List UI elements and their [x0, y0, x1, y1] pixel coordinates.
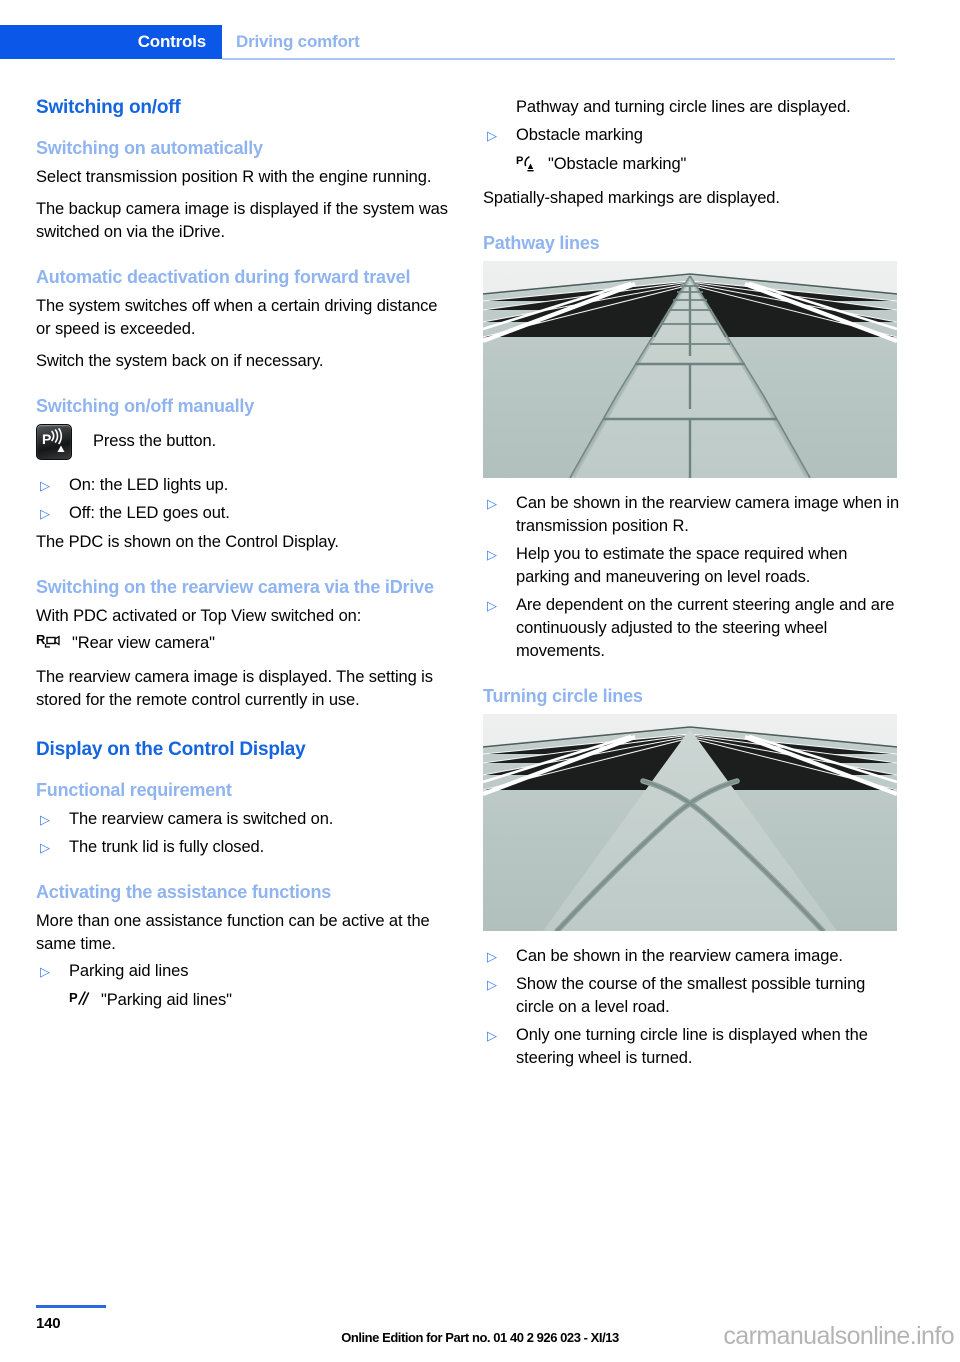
pdc-button-label: Press the button.	[93, 432, 217, 450]
bullet-triangle-icon: ▷	[40, 840, 50, 855]
bullet-triangle-icon: ▷	[487, 547, 497, 562]
heading-functional-requirement: Functional requirement	[36, 780, 232, 800]
list-item: ▷ Parking aid lines	[36, 960, 456, 983]
list-functional-requirements: ▷ The rearview camera is switched on. ▷ …	[36, 808, 456, 859]
left-column: Switching on/off Switching on automatica…	[36, 96, 456, 1023]
obstacle-marking-icon: P	[516, 153, 540, 180]
paragraph-with-pdc-activated: With PDC activated or Top View switched …	[36, 607, 362, 625]
list-item: ▷ The rearview camera is switched on.	[36, 808, 456, 831]
bullet-triangle-icon: ▷	[487, 1028, 497, 1043]
list-item-label: Are dependent on the current steering an…	[516, 596, 895, 660]
list-item: ▷ The trunk lid is fully closed.	[36, 836, 456, 859]
heading-pathway-lines: Pathway lines	[483, 233, 600, 253]
heading-display-on-control-display: Display on the Control Display	[36, 739, 306, 760]
svg-text:P: P	[69, 990, 78, 1005]
list-item-label: The trunk lid is fully closed.	[69, 838, 265, 856]
list-item: ▷ Help you to estimate the space require…	[483, 543, 903, 589]
list-item: ▷ On: the LED lights up.	[36, 474, 456, 497]
menu-reference-obstacle-marking: P "Obstacle marking"	[516, 153, 903, 180]
watermark: carmanualsonline.info	[723, 1322, 954, 1350]
list-item-label: Can be shown in the rearview camera imag…	[516, 947, 843, 965]
bullet-triangle-icon: ▷	[487, 128, 497, 143]
header-divider	[222, 58, 895, 60]
pdc-button-instruction: P Press the button.	[36, 424, 456, 460]
svg-text:P: P	[42, 431, 51, 447]
list-item: ▷ Off: the LED goes out.	[36, 502, 456, 525]
heading-rearview-camera-via-idrive: Switching on the rearview camera via the…	[36, 577, 434, 597]
paragraph-spatially-shaped-markings: Spatially-shaped markings are displayed.	[483, 189, 780, 207]
right-column: Pathway and turning circle lines are dis…	[483, 96, 903, 1076]
paragraph-rearview-image-stored: The rearview camera image is displayed. …	[36, 668, 433, 709]
paragraph-select-transmission: Select transmission position R with the …	[36, 168, 432, 186]
menu-reference-label: "Rear view camera"	[72, 634, 215, 652]
bullet-triangle-icon: ▷	[40, 812, 50, 827]
bullet-triangle-icon: ▷	[40, 478, 50, 493]
header-tab-controls: Controls	[0, 25, 222, 59]
list-item-label: Help you to estimate the space required …	[516, 545, 848, 586]
bullet-triangle-icon: ▷	[40, 506, 50, 521]
list-item-label: Can be shown in the rearview camera imag…	[516, 494, 900, 535]
paragraph-backup-camera-image: The backup camera image is displayed if …	[36, 200, 448, 241]
list-assistance-functions-continued: Pathway and turning circle lines are dis…	[483, 96, 903, 147]
list-item-continuation: Pathway and turning circle lines are dis…	[483, 96, 903, 119]
header-tab-controls-label: Controls	[137, 32, 206, 51]
list-item: ▷ Can be shown in the rearview camera im…	[483, 945, 903, 968]
menu-reference-label: "Parking aid lines"	[101, 991, 232, 1009]
parking-aid-lines-icon: P	[69, 989, 93, 1016]
turning-circle-lines-illustration	[483, 714, 897, 931]
paragraph-system-switches-off: The system switches off when a certain d…	[36, 297, 438, 338]
pathway-lines-illustration	[483, 261, 897, 478]
paragraph-pdc-on-control-display: The PDC is shown on the Control Display.	[36, 533, 339, 551]
svg-text:P: P	[516, 155, 523, 167]
list-item-label: Obstacle marking	[516, 126, 643, 144]
paragraph-pathway-turning-displayed: Pathway and turning circle lines are dis…	[516, 98, 851, 116]
header-section-driving-comfort: Driving comfort	[236, 32, 360, 51]
paragraph-more-than-one-function: More than one assistance function can be…	[36, 912, 430, 953]
list-item-label: On: the LED lights up.	[69, 476, 229, 494]
heading-automatic-deactivation: Automatic deactivation during forward tr…	[36, 267, 411, 287]
svg-text:R: R	[36, 632, 46, 647]
bullet-triangle-icon: ▷	[40, 964, 50, 979]
pdc-park-distance-control-button-icon: P	[36, 424, 72, 460]
bullet-triangle-icon: ▷	[487, 949, 497, 964]
bullet-triangle-icon: ▷	[487, 598, 497, 613]
list-assistance-functions: ▷ Parking aid lines	[36, 960, 456, 983]
heading-switching-on-automatically: Switching on automatically	[36, 138, 263, 158]
list-item: ▷ Are dependent on the current steering …	[483, 594, 903, 663]
list-item: ▷ Can be shown in the rearview camera im…	[483, 492, 903, 538]
list-item-label: Only one turning circle line is displaye…	[516, 1026, 868, 1067]
heading-switching-on-off-manually: Switching on/off manually	[36, 396, 255, 416]
heading-activating-assistance-functions: Activating the assistance functions	[36, 882, 332, 902]
heading-turning-circle-lines: Turning circle lines	[483, 686, 643, 706]
list-item: ▷ Only one turning circle line is displa…	[483, 1024, 903, 1070]
list-item-label: Parking aid lines	[69, 962, 189, 980]
list-item-label: The rearview camera is switched on.	[69, 810, 334, 828]
list-item-label: Show the course of the smallest possible…	[516, 975, 866, 1016]
list-turning-circle-properties: ▷ Can be shown in the rearview camera im…	[483, 945, 903, 1070]
paragraph-switch-back-on: Switch the system back on if necessary.	[36, 352, 324, 370]
bullet-triangle-icon: ▷	[487, 977, 497, 992]
heading-switching-on-off: Switching on/off	[36, 97, 181, 118]
menu-reference-parking-aid-lines: P "Parking aid lines"	[69, 989, 456, 1016]
list-item-label: Off: the LED goes out.	[69, 504, 230, 522]
list-item: ▷ Show the course of the smallest possib…	[483, 973, 903, 1019]
list-pathway-lines-properties: ▷ Can be shown in the rearview camera im…	[483, 492, 903, 663]
list-led-states: ▷ On: the LED lights up. ▷ Off: the LED …	[36, 474, 456, 525]
page-header: Controls Driving comfort	[0, 25, 960, 59]
menu-reference-rear-view-camera: R "Rear view camera"	[36, 632, 456, 659]
bullet-triangle-icon: ▷	[487, 496, 497, 511]
menu-reference-label: "Obstacle marking"	[548, 155, 687, 173]
footer-divider	[36, 1305, 106, 1308]
list-item: ▷ Obstacle marking	[483, 124, 903, 147]
rear-view-camera-icon: R	[36, 632, 64, 659]
